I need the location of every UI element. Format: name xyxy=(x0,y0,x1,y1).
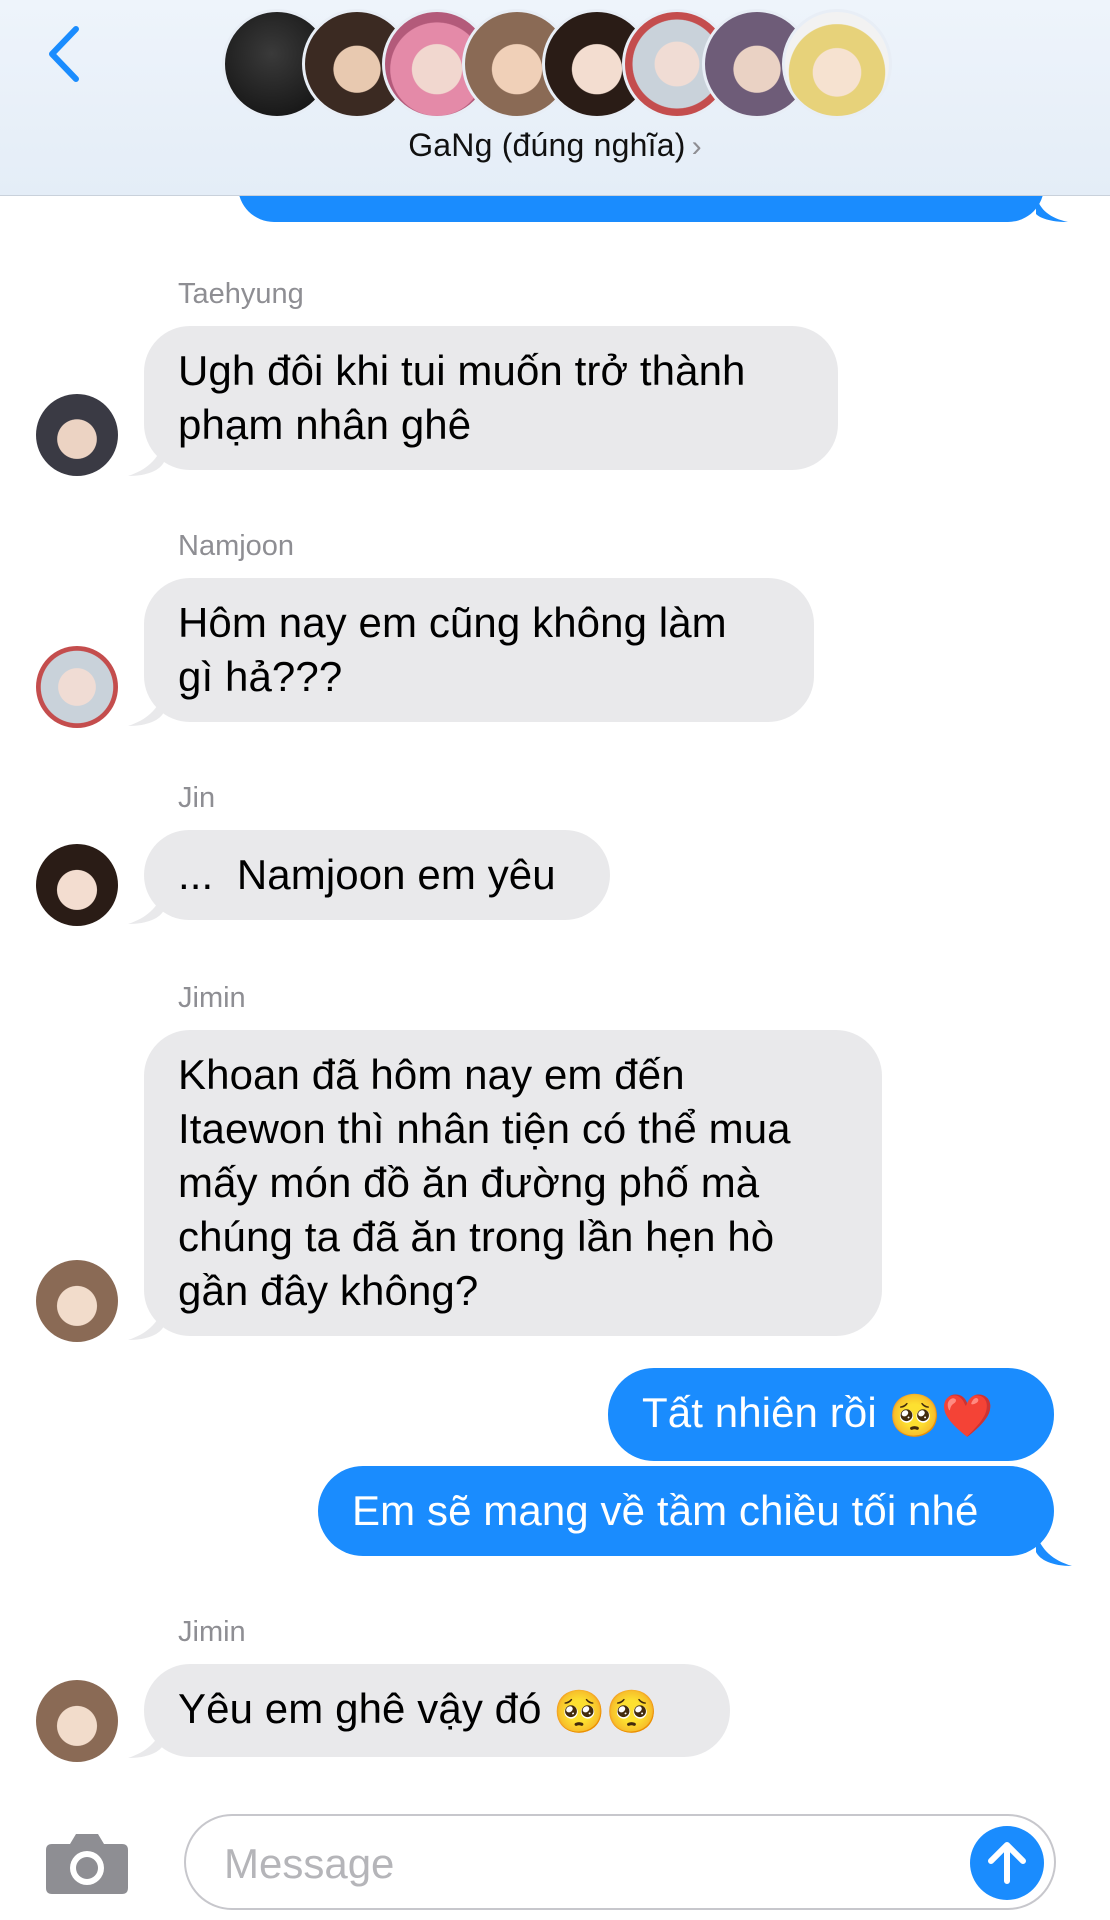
bubble-tail xyxy=(128,1724,164,1758)
message-line: gì hả??? xyxy=(178,653,343,700)
message-line: gần đây không? xyxy=(178,1267,479,1314)
bubble-tail xyxy=(1036,196,1068,222)
pleading-face-emoji: 🥺 xyxy=(888,1391,941,1439)
message-line: mấy món đồ ăn đường phố mà xyxy=(178,1159,760,1206)
bubble-tail xyxy=(128,1306,164,1340)
sender-name: Jin xyxy=(178,782,216,814)
incoming-message-bubble[interactable]: ... Namjoon em yêu xyxy=(144,830,610,920)
message-line: ... Namjoon em yêu xyxy=(178,851,556,898)
taehyung-avatar[interactable] xyxy=(36,394,118,476)
jimin-avatar[interactable] xyxy=(36,1680,118,1762)
namjoon-avatar[interactable] xyxy=(36,646,118,728)
pleading-face-emoji: 🥺 xyxy=(553,1687,606,1735)
arrow-up-icon xyxy=(988,1842,1026,1884)
message-input[interactable] xyxy=(224,1836,924,1892)
sender-name: Namjoon xyxy=(178,530,295,562)
red-heart-emoji: ❤️ xyxy=(940,1391,994,1439)
back-button[interactable] xyxy=(36,18,92,90)
send-button[interactable] xyxy=(970,1826,1044,1900)
sender-name: Jimin xyxy=(178,1616,246,1648)
message-text: Yêu em ghê vậy đó xyxy=(178,1685,542,1732)
incoming-message-bubble[interactable]: Khoan đã hôm nay em đến Itaewon thì nhân… xyxy=(144,1030,882,1336)
incoming-message-bubble[interactable]: Yêu em ghê vậy đó 🥺🥺 xyxy=(144,1664,730,1757)
sender-name: Taehyung xyxy=(178,278,304,310)
message-line: Khoan đã hôm nay em đến xyxy=(178,1051,685,1098)
group-title[interactable]: GaNg (đúng nghĩa) › xyxy=(0,127,1110,164)
message-line: Itaewon thì nhân tiện có thể mua xyxy=(178,1105,791,1152)
message-line: Ugh đôi khi tui muốn trở thành xyxy=(178,347,746,394)
chevron-right-icon: › xyxy=(691,130,702,163)
incoming-message-bubble[interactable]: Hôm nay em cũng không làm gì hả??? xyxy=(144,578,814,722)
outgoing-message-bubble[interactable]: Em sẽ mang về tầm chiều tối nhé xyxy=(318,1466,1054,1556)
pleading-face-emoji: 🥺 xyxy=(605,1687,659,1735)
bubble-tail xyxy=(128,692,164,726)
message-text: Em sẽ mang về tầm chiều tối nhé xyxy=(352,1487,979,1534)
message-input-container xyxy=(184,1814,1056,1910)
message-line: chúng ta đã ăn trong lần hẹn hò xyxy=(178,1213,775,1260)
chevron-left-icon xyxy=(49,26,79,82)
jin-avatar[interactable] xyxy=(36,844,118,926)
camera-button[interactable] xyxy=(44,1828,130,1896)
incoming-message-bubble[interactable]: Ugh đôi khi tui muốn trở thành phạm nhân… xyxy=(144,326,838,470)
conversation-header: GaNg (đúng nghĩa) › xyxy=(0,0,1110,196)
camera-icon xyxy=(46,1834,128,1894)
bubble-tail xyxy=(1036,1534,1072,1566)
message-line: phạm nhân ghê xyxy=(178,401,472,448)
sender-name: Jimin xyxy=(178,982,246,1014)
message-line: Hôm nay em cũng không làm xyxy=(178,599,727,646)
bubble-tail xyxy=(128,890,164,924)
group-name: GaNg (đúng nghĩa) xyxy=(408,127,686,163)
member-avatar xyxy=(782,9,892,119)
bubble-tail xyxy=(128,442,164,476)
group-avatar-stack[interactable] xyxy=(222,9,902,121)
jimin-avatar[interactable] xyxy=(36,1260,118,1342)
message-text: Tất nhiên rồi xyxy=(642,1389,877,1436)
outgoing-message-bubble[interactable]: Tất nhiên rồi 🥺❤️ xyxy=(608,1368,1054,1461)
